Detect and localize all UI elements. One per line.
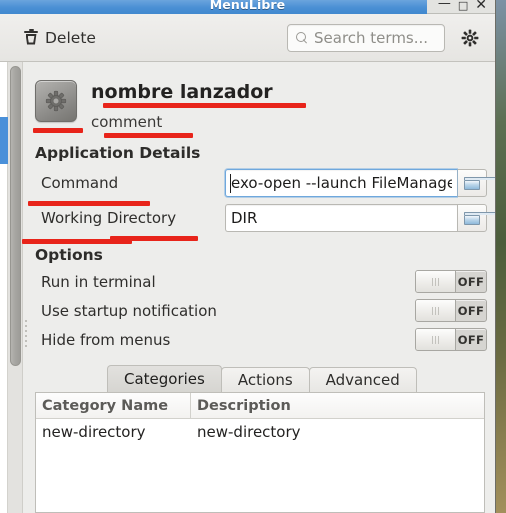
column-header-category-name[interactable]: Category Name [36, 393, 191, 418]
delete-button[interactable]: Delete [20, 26, 100, 50]
tab-advanced[interactable]: Advanced [308, 367, 417, 392]
launcher-comment[interactable]: comment [91, 112, 273, 132]
toolbar: Delete Search terms... [0, 14, 495, 62]
search-icon [296, 31, 308, 44]
gear-app-icon [45, 90, 67, 112]
cell-category-name: new-directory [42, 423, 146, 441]
title-bar: MenuLibre — □ ✕ [0, 0, 495, 14]
close-button[interactable]: ✕ [475, 0, 487, 12]
use-startup-notification-toggle[interactable]: OFF [415, 299, 487, 322]
drag-handle-dots [25, 320, 29, 347]
launcher-name[interactable]: nombre lanzador [91, 81, 273, 103]
field-row-command: Command exo-open --launch FileManage [23, 167, 495, 199]
option-row-use-startup-notification: Use startup notification OFF [23, 297, 495, 324]
delete-button-label: Delete [45, 28, 96, 47]
field-row-working-directory: Working Directory DIR [23, 202, 495, 234]
run-in-terminal-toggle[interactable]: OFF [415, 270, 487, 293]
use-startup-notification-state: OFF [457, 303, 485, 318]
run-in-terminal-label: Run in terminal [41, 272, 156, 291]
details-notebook: Categories Actions Advanced Category Nam… [35, 365, 485, 513]
command-browse-button[interactable] [457, 169, 495, 197]
application-details-heading: Application Details [35, 144, 201, 162]
toggle-knob [416, 300, 456, 321]
options-heading: Options [35, 246, 103, 264]
categories-tab-page: Category Name Description new-directory … [35, 392, 485, 513]
search-input[interactable]: Search terms... [287, 23, 445, 52]
command-label: Command [41, 174, 119, 192]
sidebar-strip [0, 62, 8, 513]
launcher-header-text: nombre lanzador comment [91, 80, 273, 132]
gear-icon [461, 29, 479, 46]
hide-from-menus-label: Hide from menus [41, 330, 171, 349]
folder-icon [464, 211, 495, 225]
trash-icon [24, 28, 38, 46]
scrollbar-thumb[interactable] [10, 66, 21, 366]
run-in-terminal-state: OFF [457, 274, 485, 289]
content-scrollbar[interactable] [8, 62, 23, 513]
cell-description: new-directory [197, 423, 301, 441]
hide-from-menus-state: OFF [457, 332, 485, 347]
launcher-editor-panel: nombre lanzador comment Application Deta… [23, 62, 495, 513]
folder-icon [464, 176, 495, 190]
launcher-header: nombre lanzador comment [23, 62, 495, 132]
hide-from-menus-toggle[interactable]: OFF [415, 328, 487, 351]
categories-table-header: Category Name Description [36, 393, 484, 419]
toggle-knob [416, 271, 456, 292]
table-row[interactable]: new-directory new-directory [36, 419, 484, 445]
column-header-description[interactable]: Description [191, 393, 484, 418]
command-input[interactable]: exo-open --launch FileManage [225, 169, 457, 197]
toggle-knob [416, 329, 456, 350]
minimize-button[interactable]: — [438, 0, 451, 10]
sidebar-selected-item[interactable] [0, 117, 8, 164]
working-directory-value: DIR [231, 209, 258, 227]
tab-categories[interactable]: Categories [107, 365, 222, 392]
tab-actions[interactable]: Actions [220, 367, 310, 392]
option-row-hide-from-menus: Hide from menus OFF [23, 326, 495, 353]
command-value: exo-open --launch FileManage [231, 174, 452, 192]
working-directory-browse-button[interactable] [457, 204, 495, 232]
option-row-run-in-terminal: Run in terminal OFF [23, 268, 495, 295]
settings-menu-button[interactable] [459, 27, 481, 49]
maximize-button[interactable]: □ [458, 0, 468, 11]
menulibre-window: MenuLibre — □ ✕ Delete Search terms... n… [0, 0, 496, 513]
use-startup-notification-label: Use startup notification [41, 301, 217, 320]
window-body: nombre lanzador comment Application Deta… [0, 62, 495, 513]
launcher-icon-button[interactable] [35, 80, 77, 122]
working-directory-input[interactable]: DIR [225, 204, 457, 232]
search-placeholder: Search terms... [314, 28, 429, 47]
notebook-tabstrip: Categories Actions Advanced [35, 365, 485, 392]
working-directory-label: Working Directory [41, 209, 177, 227]
window-title: MenuLibre [209, 0, 286, 12]
window-controls: — □ ✕ [427, 0, 495, 14]
